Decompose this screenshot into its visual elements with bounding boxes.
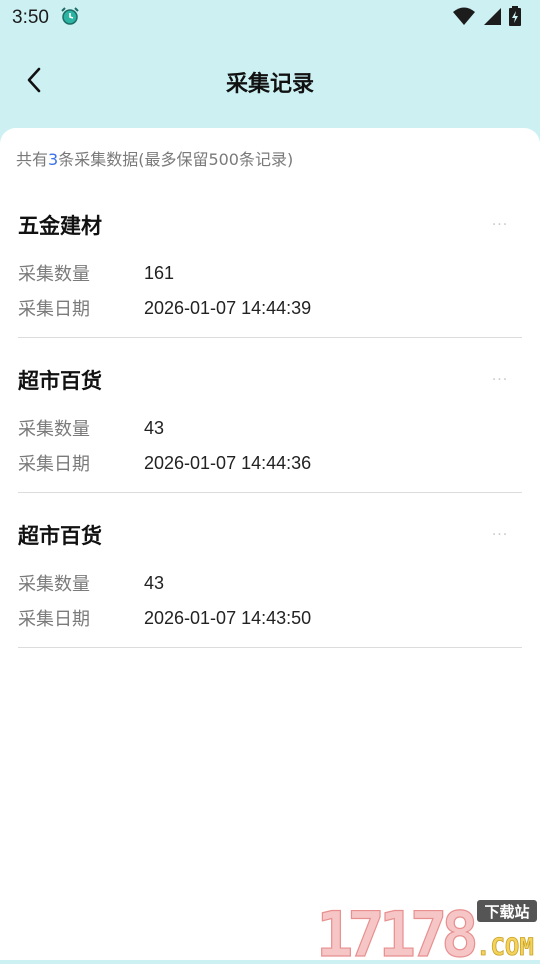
watermark-tag: 下载站 (484, 903, 529, 921)
quantity-label: 采集数量 (18, 570, 144, 596)
date-row: 采集日期 2026-01-07 14:44:36 (18, 450, 311, 476)
wifi-icon (452, 6, 476, 30)
record-title: 超市百货 (18, 365, 102, 395)
watermark-com: .COM (476, 933, 534, 960)
summary-prefix: 共有 (16, 150, 48, 169)
status-bar: 3:50 (0, 0, 540, 36)
quantity-label: 采集数量 (18, 415, 144, 441)
quantity-value: 43 (144, 573, 164, 594)
record-header: 五金建材 ··· (18, 183, 522, 233)
date-label: 采集日期 (18, 450, 144, 476)
quantity-row: 采集数量 43 (18, 570, 164, 596)
status-time: 3:50 (12, 7, 49, 29)
status-right (452, 5, 522, 31)
chevron-left-icon (24, 66, 44, 98)
more-options-button[interactable]: ··· (488, 527, 512, 547)
status-left: 3:50 (12, 5, 81, 31)
quantity-row: 采集数量 43 (18, 415, 164, 441)
summary-count: 3 (48, 150, 58, 169)
date-value: 2026-01-07 14:43:50 (144, 608, 311, 629)
more-options-button[interactable]: ··· (488, 372, 512, 392)
quantity-value: 43 (144, 418, 164, 439)
summary-suffix: 条采集数据(最多保留500条记录) (58, 150, 293, 169)
watermark-digits: 17178 (316, 898, 475, 960)
date-label: 采集日期 (18, 295, 144, 321)
quantity-label: 采集数量 (18, 260, 144, 286)
quantity-row: 采集数量 161 (18, 260, 174, 286)
date-label: 采集日期 (18, 605, 144, 631)
watermark-logo: 17178 下载站 .COM (314, 898, 540, 960)
top-nav-bar: 采集记录 (0, 36, 540, 128)
quantity-value: 161 (144, 263, 174, 284)
record-title: 五金建材 (18, 210, 102, 240)
date-row: 采集日期 2026-01-07 14:43:50 (18, 605, 311, 631)
record-item[interactable]: 超市百货 ··· 采集数量 43 采集日期 2026-01-07 14:43:5… (18, 493, 522, 648)
records-summary: 共有3条采集数据(最多保留500条记录) (16, 146, 293, 170)
back-button[interactable] (14, 60, 54, 104)
record-header: 超市百货 ··· (18, 338, 522, 388)
record-item[interactable]: 五金建材 ··· 采集数量 161 采集日期 2026-01-07 14:44:… (18, 183, 522, 338)
battery-icon (508, 5, 522, 31)
date-value: 2026-01-07 14:44:36 (144, 453, 311, 474)
page-title: 采集记录 (226, 66, 314, 98)
records-panel: 共有3条采集数据(最多保留500条记录) 五金建材 ··· 采集数量 161 采… (0, 128, 540, 960)
record-title: 超市百货 (18, 520, 102, 550)
signal-icon (482, 6, 502, 30)
record-header: 超市百货 ··· (18, 493, 522, 543)
more-options-button[interactable]: ··· (488, 217, 512, 237)
date-value: 2026-01-07 14:44:39 (144, 298, 311, 319)
alarm-icon (59, 5, 81, 31)
site-watermark: 17178 下载站 .COM (314, 898, 540, 960)
record-item[interactable]: 超市百货 ··· 采集数量 43 采集日期 2026-01-07 14:44:3… (18, 338, 522, 493)
date-row: 采集日期 2026-01-07 14:44:39 (18, 295, 311, 321)
